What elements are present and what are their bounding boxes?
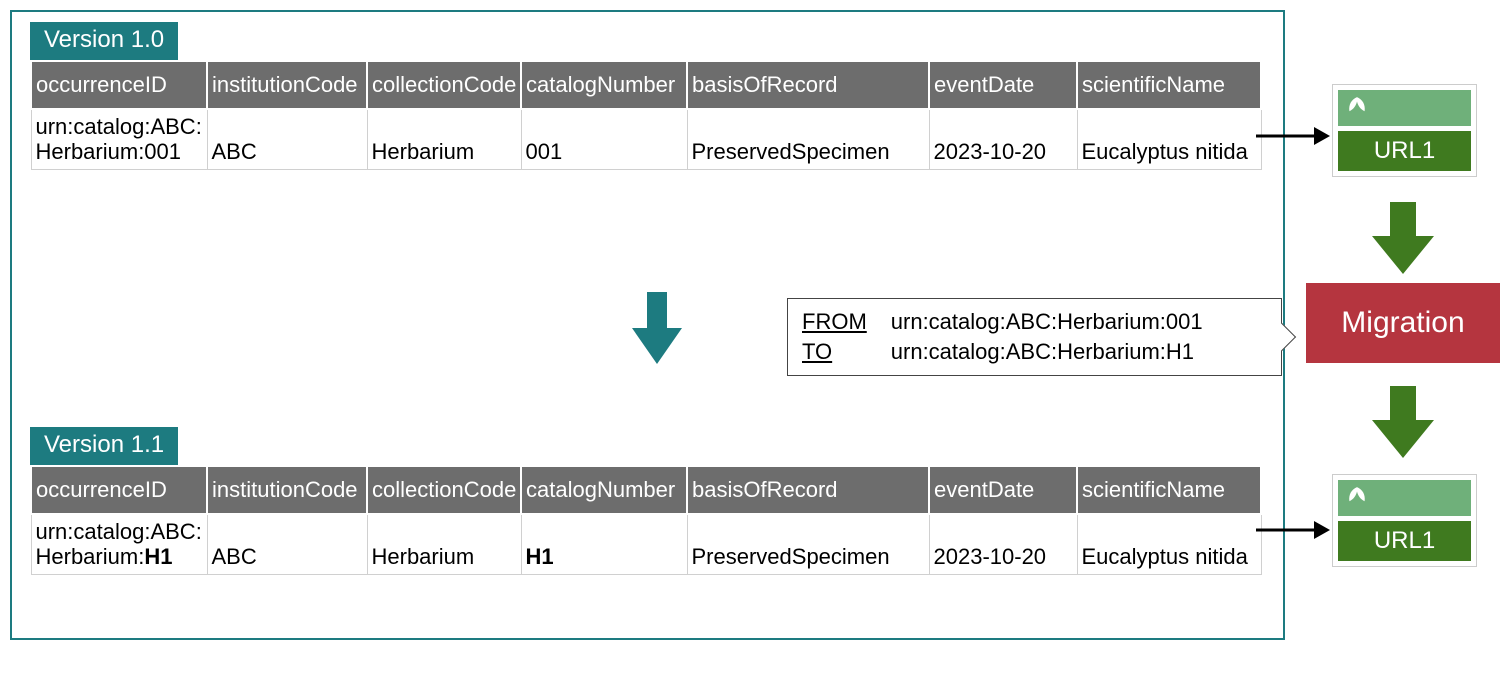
cell-catalogNumber: H1 bbox=[521, 514, 687, 574]
cell-collectionCode: Herbarium bbox=[367, 514, 521, 574]
from-to-box: FROM TO urn:catalog:ABC:Herbarium:001 ur… bbox=[787, 298, 1282, 376]
cell-eventDate: 2023-10-20 bbox=[929, 109, 1077, 169]
col-occurrenceID: occurrenceID bbox=[31, 466, 207, 514]
col-institutionCode: institutionCode bbox=[207, 466, 367, 514]
to-label: TO bbox=[802, 339, 867, 365]
callout-notch bbox=[1268, 323, 1296, 351]
col-eventDate: eventDate bbox=[929, 466, 1077, 514]
cell-collectionCode: Herbarium bbox=[367, 109, 521, 169]
col-catalogNumber: catalogNumber bbox=[521, 61, 687, 109]
version-1-0-tag: Version 1.0 bbox=[30, 22, 178, 60]
cell-eventDate: 2023-10-20 bbox=[929, 514, 1077, 574]
col-scientificName: scientificName bbox=[1077, 466, 1261, 514]
table-v11: occurrenceID institutionCode collectionC… bbox=[30, 465, 1262, 575]
from-value: urn:catalog:ABC:Herbarium:001 bbox=[891, 309, 1203, 335]
table-row: urn:catalog:ABC: Herbarium:001 ABC Herba… bbox=[31, 109, 1261, 169]
diagram-frame: Version 1.0 occurrenceID institutionCode… bbox=[10, 10, 1285, 640]
url-label: URL1 bbox=[1338, 131, 1471, 171]
version-1-1-tag: Version 1.1 bbox=[30, 427, 178, 465]
cell-scientificName: Eucalyptus nitida bbox=[1077, 109, 1261, 169]
cell-catalogNumber: 001 bbox=[521, 109, 687, 169]
cell-basisOfRecord: PreservedSpecimen bbox=[687, 514, 929, 574]
table-row: urn:catalog:ABC: Herbarium:H1 ABC Herbar… bbox=[31, 514, 1261, 574]
col-institutionCode: institutionCode bbox=[207, 61, 367, 109]
cell-institutionCode: ABC bbox=[207, 109, 367, 169]
cell-occurrenceID: urn:catalog:ABC: Herbarium:001 bbox=[31, 109, 207, 169]
leaf-icon bbox=[1338, 90, 1471, 126]
url-label: URL1 bbox=[1338, 521, 1471, 561]
down-arrow-icon bbox=[632, 292, 682, 369]
arrow-right-icon bbox=[1256, 518, 1330, 542]
to-value: urn:catalog:ABC:Herbarium:H1 bbox=[891, 339, 1203, 365]
col-catalogNumber: catalogNumber bbox=[521, 466, 687, 514]
col-collectionCode: collectionCode bbox=[367, 466, 521, 514]
down-arrow-icon bbox=[1372, 386, 1434, 463]
down-arrow-icon bbox=[1372, 202, 1434, 279]
col-occurrenceID: occurrenceID bbox=[31, 61, 207, 109]
migration-box: Migration bbox=[1306, 283, 1500, 363]
url-card-top: URL1 bbox=[1332, 84, 1477, 177]
url-card-bottom: URL1 bbox=[1332, 474, 1477, 567]
cell-basisOfRecord: PreservedSpecimen bbox=[687, 109, 929, 169]
from-label: FROM bbox=[802, 309, 867, 335]
table-header-row: occurrenceID institutionCode collectionC… bbox=[31, 466, 1261, 514]
leaf-icon bbox=[1338, 480, 1471, 516]
cell-institutionCode: ABC bbox=[207, 514, 367, 574]
col-basisOfRecord: basisOfRecord bbox=[687, 466, 929, 514]
arrow-right-icon bbox=[1256, 124, 1330, 148]
cell-scientificName: Eucalyptus nitida bbox=[1077, 514, 1261, 574]
col-collectionCode: collectionCode bbox=[367, 61, 521, 109]
col-scientificName: scientificName bbox=[1077, 61, 1261, 109]
col-basisOfRecord: basisOfRecord bbox=[687, 61, 929, 109]
cell-occurrenceID: urn:catalog:ABC: Herbarium:H1 bbox=[31, 514, 207, 574]
table-v10: occurrenceID institutionCode collectionC… bbox=[30, 60, 1262, 170]
table-header-row: occurrenceID institutionCode collectionC… bbox=[31, 61, 1261, 109]
col-eventDate: eventDate bbox=[929, 61, 1077, 109]
